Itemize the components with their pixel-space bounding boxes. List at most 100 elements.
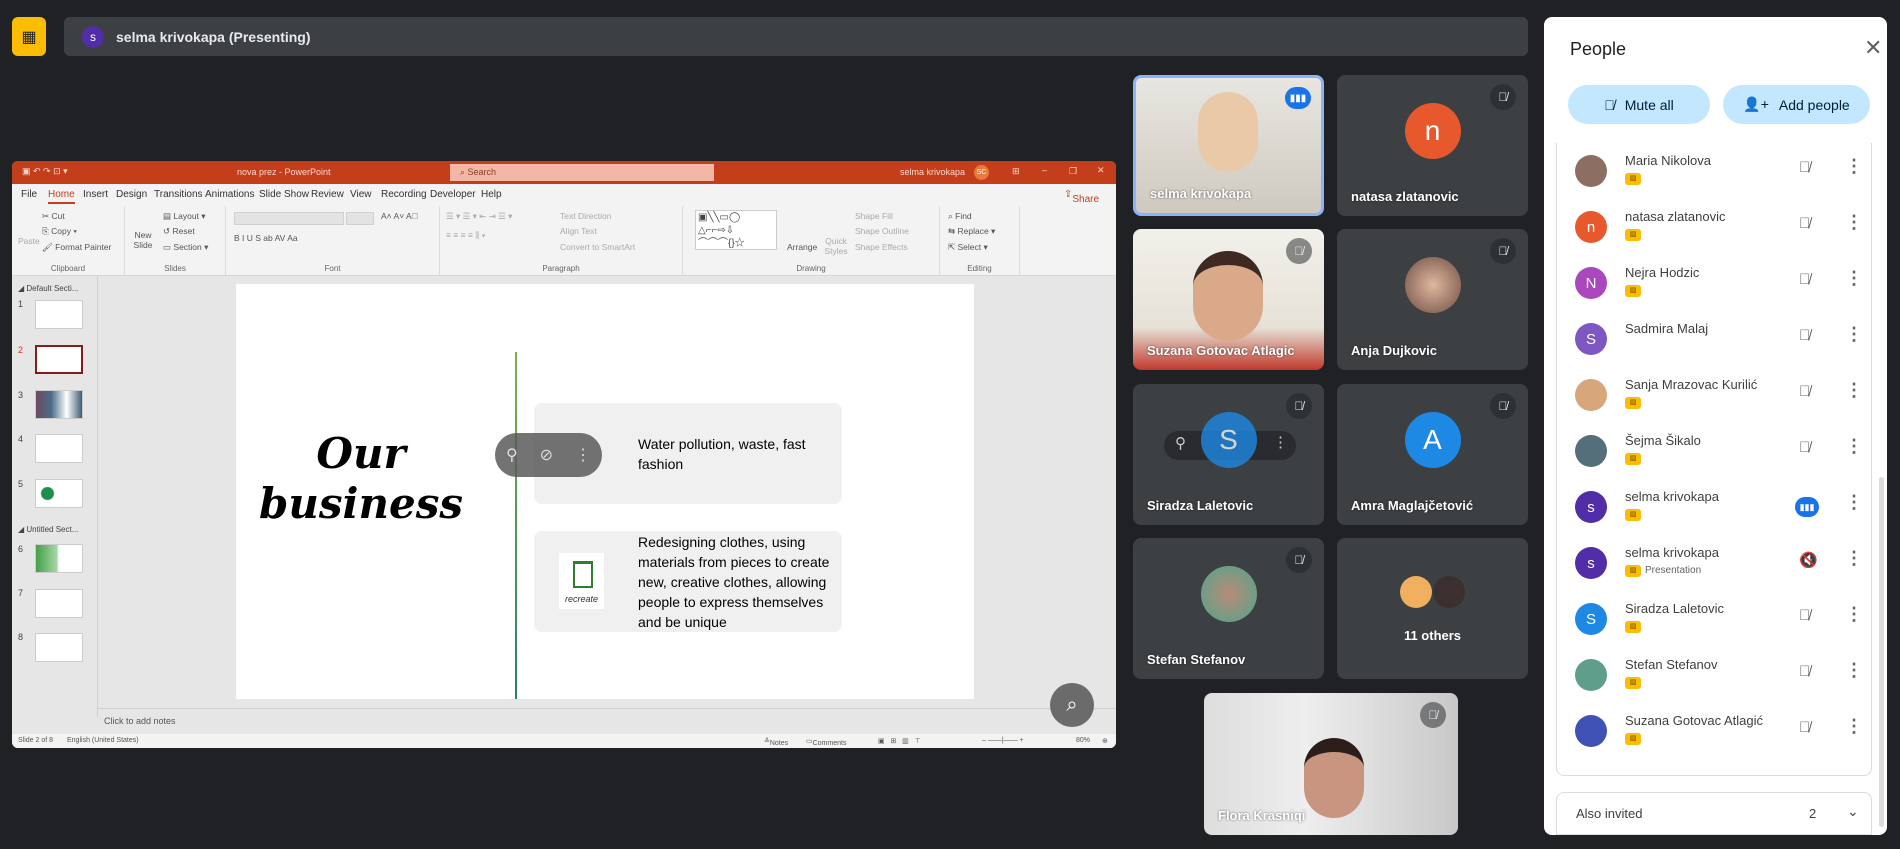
audio-off-icon[interactable]: 🔇	[1799, 551, 1818, 569]
more-options-icon[interactable]: ⋮	[1845, 604, 1863, 625]
font-name-select[interactable]	[234, 212, 344, 225]
mic-off-icon[interactable]: 🎙̸	[1799, 607, 1810, 624]
more-options-icon[interactable]: ⋮	[1845, 268, 1863, 289]
notes-area[interactable]: Click to add notes	[98, 708, 1116, 734]
font-size-select[interactable]	[346, 212, 374, 225]
search-input[interactable]: ⌕ Search	[450, 164, 714, 181]
shape-outline-button[interactable]: Shape Outline	[855, 226, 909, 236]
mute-presentation-icon[interactable]: ⊘	[540, 445, 553, 465]
more-options-icon[interactable]: ⋮	[1845, 660, 1863, 681]
align-buttons[interactable]: ≡ ≡ ≡ ≡ ⫼ ▾	[446, 230, 486, 241]
slide-thumb-3[interactable]	[35, 390, 83, 419]
ppt-user-avatar[interactable]: SC	[974, 165, 989, 180]
find-button[interactable]: ⌕ Find	[948, 211, 972, 222]
shape-effects-button[interactable]: Shape Effects	[855, 242, 908, 252]
participant-row[interactable]: s selma krivokapa ▨ Presentation 🔇 ⋮	[1557, 543, 1873, 599]
panel-scrollbar[interactable]	[1879, 477, 1884, 827]
tab-file[interactable]: File	[21, 189, 37, 200]
shape-fill-button[interactable]: Shape Fill	[855, 211, 893, 221]
tab-insert[interactable]: Insert	[83, 189, 108, 200]
participant-row[interactable]: s selma krivokapa ▨ ▮▮▮ ⋮	[1557, 487, 1873, 543]
ribbon-display-icon[interactable]: ⊞	[1012, 166, 1020, 177]
participant-row[interactable]: S Sadmira Malaj 🎙̸ ⋮	[1557, 319, 1873, 375]
tab-slide-show[interactable]: Slide Show	[259, 189, 309, 200]
more-options-icon[interactable]: ⋮	[575, 445, 591, 465]
smartart-button[interactable]: Convert to SmartArt	[560, 242, 635, 252]
tab-design[interactable]: Design	[116, 189, 147, 200]
chevron-down-icon[interactable]: ⌄	[1847, 803, 1859, 820]
mute-all-button[interactable]: 🎙̸ Mute all	[1568, 85, 1710, 124]
slide-thumb-1[interactable]	[35, 300, 83, 329]
tab-developer[interactable]: Developer	[430, 189, 476, 200]
participant-tile[interactable]: 🎙̸ A Amra Maglajčetović	[1337, 384, 1528, 525]
language[interactable]: English (United States)	[67, 737, 139, 744]
unpin-icon[interactable]: ⚲	[506, 445, 518, 465]
shapes-gallery[interactable]: ▣╲╲▭◯ △⌐⌐⇨⇩ ⌒⌒⌒{}☆	[695, 210, 777, 250]
participant-tile[interactable]: 🎙̸ n natasa zlatanovic	[1337, 75, 1528, 216]
others-tile[interactable]: 11 others	[1337, 538, 1528, 679]
text-direction-button[interactable]: Text Direction	[560, 211, 612, 221]
tab-home[interactable]: Home	[48, 189, 75, 204]
mic-off-icon[interactable]: 🎙̸	[1799, 663, 1810, 680]
slide-title[interactable]: Our business	[256, 429, 466, 529]
cut-button[interactable]: ✂ Cut	[42, 211, 65, 222]
more-options-icon[interactable]: ⋮	[1845, 492, 1863, 513]
slide-thumb-6[interactable]	[35, 544, 83, 573]
slide-card-solution[interactable]: recreate Redesigning clothes, using mate…	[534, 531, 842, 632]
no-video-icon[interactable]: ▦	[12, 17, 46, 56]
participant-row[interactable]: n natasa zlatanovic ▨ 🎙̸ ⋮	[1557, 207, 1873, 263]
participant-row[interactable]: Maria Nikolova ▨ 🎙̸ ⋮	[1557, 151, 1873, 207]
slide-scrollbar[interactable]	[1104, 276, 1116, 708]
mic-off-icon[interactable]: 🎙̸	[1799, 159, 1810, 176]
close-icon[interactable]: ✕	[1864, 35, 1882, 61]
font-format-buttons[interactable]: B I U S ab AV Aa	[234, 233, 298, 243]
more-options-icon[interactable]: ⋮	[1845, 548, 1863, 569]
select-button[interactable]: ⇱ Select ▾	[948, 242, 988, 253]
close-icon[interactable]: ✕	[1097, 165, 1105, 176]
arrange-button[interactable]: Arrange	[787, 242, 817, 252]
more-options-icon[interactable]: ⋮	[1845, 436, 1863, 457]
zoom-in-button[interactable]: ⌕	[1050, 683, 1094, 727]
minimize-icon[interactable]: –	[1042, 165, 1047, 175]
participant-tile[interactable]: 🎙̸ Stefan Stefanov	[1133, 538, 1324, 679]
participant-tile[interactable]: 🎙̸ Suzana Gotovac Atlagic	[1133, 229, 1324, 370]
participant-tile[interactable]: ▮▮▮ selma krivokapa	[1133, 75, 1324, 216]
slide-thumb-2[interactable]	[35, 345, 83, 374]
also-invited-section[interactable]: Also invited 2 ⌄	[1556, 792, 1872, 835]
more-options-icon[interactable]: ⋮	[1273, 433, 1288, 451]
slide-thumb-8[interactable]	[35, 633, 83, 662]
paste-button[interactable]: Paste	[18, 236, 40, 246]
comments-button[interactable]: ▭ Comments	[806, 737, 846, 747]
quick-styles-button[interactable]: Quick Styles	[823, 236, 849, 256]
more-options-icon[interactable]: ⋮	[1845, 324, 1863, 345]
add-people-button[interactable]: 👤+ Add people	[1723, 85, 1870, 124]
tab-review[interactable]: Review	[311, 189, 344, 200]
zoom-level[interactable]: 80%	[1076, 737, 1090, 744]
align-text-button[interactable]: Align Text	[560, 226, 597, 236]
section-button[interactable]: ▭ Section ▾	[163, 242, 208, 253]
slide-thumb-7[interactable]	[35, 589, 83, 618]
section-default[interactable]: ◢ Default Secti...	[18, 284, 78, 293]
notes-button[interactable]: ≙ Notes	[764, 737, 788, 747]
more-options-icon[interactable]: ⋮	[1845, 156, 1863, 177]
tab-view[interactable]: View	[350, 189, 372, 200]
zoom-slider[interactable]: – ——|—— +	[982, 737, 1024, 744]
participant-tile[interactable]: 🎙̸ Anja Dujkovic	[1337, 229, 1528, 370]
participant-row[interactable]: Stefan Stefanov ▨ 🎙̸ ⋮	[1557, 655, 1873, 711]
mic-off-icon[interactable]: 🎙̸	[1799, 719, 1810, 736]
participant-row[interactable]: S Siradza Laletovic ▨ 🎙̸ ⋮	[1557, 599, 1873, 655]
mic-off-icon[interactable]: 🎙̸	[1799, 439, 1810, 456]
new-slide-button[interactable]: New Slide	[131, 230, 155, 250]
quick-access-icons[interactable]: ▣ ↶ ↷ ⊡ ▾	[22, 166, 68, 177]
reset-button[interactable]: ↺ Reset	[163, 226, 195, 237]
mic-off-icon[interactable]: 🎙̸	[1799, 215, 1810, 232]
mic-off-icon[interactable]: 🎙̸	[1799, 327, 1810, 344]
list-buttons[interactable]: ☰ ▾ ☰ ▾ ⇤ ⇥ ☰ ▾	[446, 211, 512, 222]
share-button[interactable]: ⇪ Share	[1064, 189, 1099, 205]
tab-animations[interactable]: Animations	[205, 189, 254, 200]
pin-icon[interactable]: ⚲	[1175, 434, 1186, 452]
tab-recording[interactable]: Recording	[381, 189, 427, 200]
tab-help[interactable]: Help	[481, 189, 502, 200]
more-options-icon[interactable]: ⋮	[1845, 212, 1863, 233]
more-options-icon[interactable]: ⋮	[1845, 716, 1863, 737]
